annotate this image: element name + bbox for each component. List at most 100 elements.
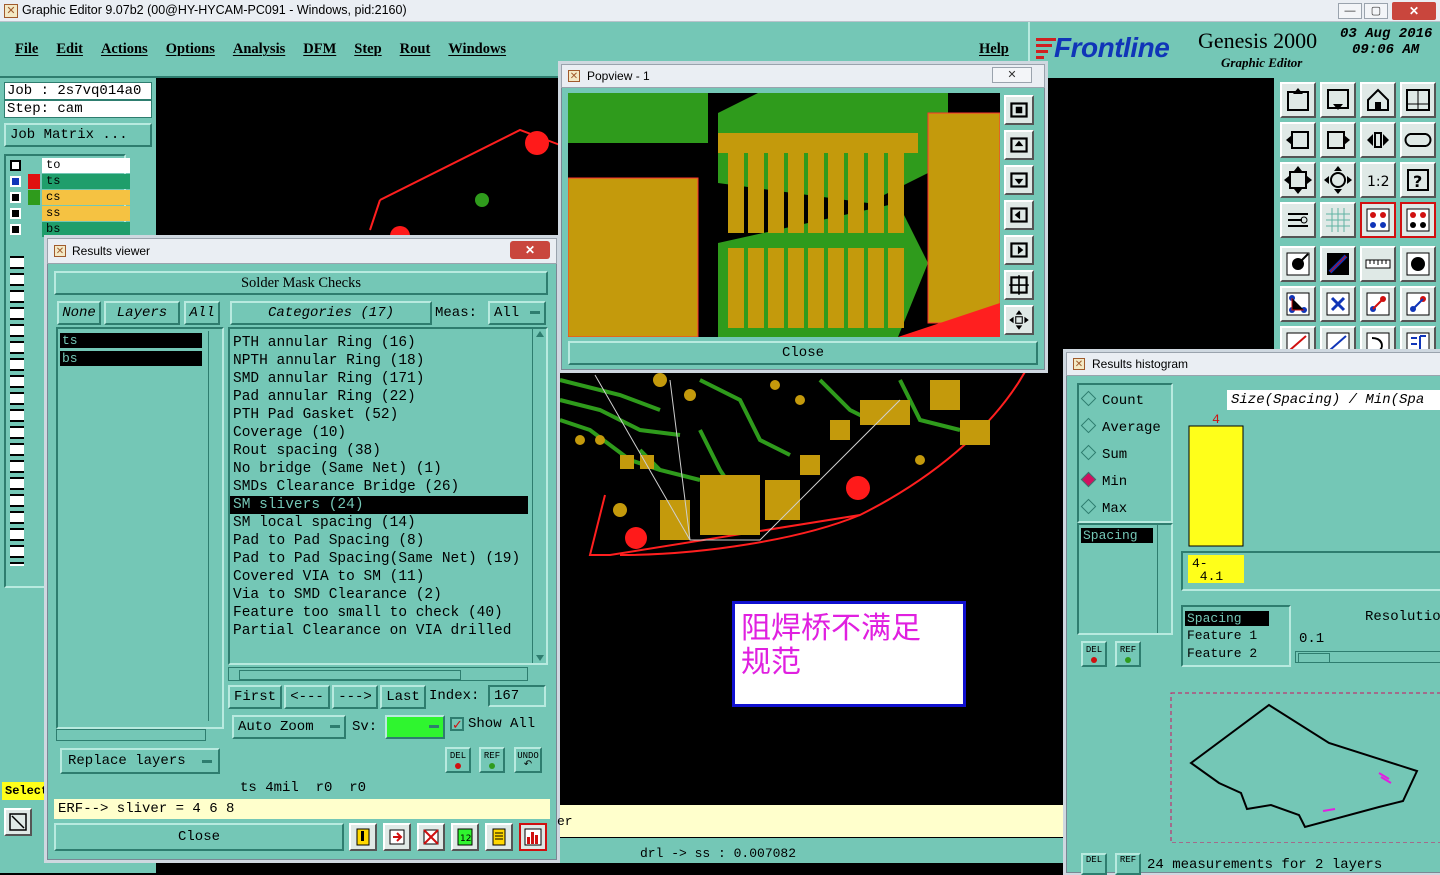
category-item[interactable]: Pad annular Ring (22) [230,388,528,406]
pad-tool-icon[interactable] [1280,246,1316,282]
resolution-slider[interactable] [1295,651,1440,663]
layers-list[interactable]: ts bs [56,327,224,729]
category-item[interactable]: Covered VIA to SM (11) [230,568,528,586]
prev-button[interactable]: <--- [284,685,330,709]
option-count[interactable]: Count [1080,390,1144,409]
close-window-button[interactable]: ✕ [1392,2,1436,20]
reroute-icon[interactable] [1400,286,1436,322]
job-matrix-button[interactable]: Job Matrix ... [4,123,152,147]
del-button[interactable]: DEL [445,747,471,773]
category-item[interactable]: Pad to Pad Spacing(Same Net) (19) [230,550,528,568]
window-view-icon[interactable] [1400,82,1436,118]
net-highlight-icon[interactable] [1400,202,1436,238]
last-button[interactable]: Last [380,685,426,709]
categories-vscroll[interactable] [532,329,546,663]
layers-hscroll[interactable] [56,729,206,741]
layer-row-cs[interactable]: cs [10,190,130,206]
histogram-del-button-2[interactable]: DEL [1081,853,1107,875]
maximize-button[interactable]: ▢ [1364,3,1388,19]
category-item-selected[interactable]: SM slivers (24) [230,496,528,514]
histogram-del-button[interactable]: DEL [1081,641,1107,667]
popview-fit-icon[interactable] [1004,270,1034,300]
layers-scrollbar[interactable] [208,331,220,721]
menu-step[interactable]: Step [354,41,381,57]
home-view-icon[interactable] [1360,82,1396,118]
category-item[interactable]: Partial Clearance on VIA drilled [230,622,528,640]
prop-feature-1[interactable]: Feature 1 [1187,628,1257,643]
draw-line-icon[interactable] [1280,326,1316,354]
auto-zoom-dropdown[interactable]: Auto Zoom [232,715,346,739]
export-icon[interactable] [383,823,411,851]
redraw-icon[interactable] [1400,122,1436,158]
histogram-icon[interactable] [519,823,547,851]
histogram-bar[interactable] [1188,425,1244,547]
category-item[interactable]: PTH annular Ring (16) [230,334,528,352]
category-item[interactable]: PTH Pad Gasket (52) [230,406,528,424]
report-icon[interactable] [485,823,513,851]
replace-layers-dropdown[interactable]: Replace layers [60,748,220,774]
cross-icon[interactable] [1320,286,1356,322]
category-item[interactable]: SM local spacing (14) [230,514,528,532]
option-average[interactable]: Average [1080,417,1161,436]
histogram-measure-list[interactable]: Spacing [1077,523,1173,635]
index-input[interactable]: 167 [488,685,546,707]
layer-row-ss[interactable]: ss [10,206,130,222]
minimize-button[interactable]: — [1338,3,1362,19]
undo-button[interactable]: UNDO ↶ [514,747,542,773]
menu-analysis[interactable]: Analysis [233,41,285,57]
categories-list[interactable]: PTH annular Ring (16) NPTH annular Ring … [228,327,548,665]
layer-row-bs[interactable]: bs [10,222,130,238]
category-item[interactable]: Feature too small to check (40) [230,604,528,622]
category-item[interactable]: NPTH annular Ring (18) [230,352,528,370]
next-button[interactable]: ---> [332,685,378,709]
categories-button[interactable]: Categories (17) [230,301,432,325]
show-all-checkbox[interactable]: ✓ [450,717,464,731]
zoom-center-icon[interactable] [1320,162,1356,198]
pan-right-icon[interactable] [1320,122,1356,158]
menu-windows[interactable]: Windows [448,41,506,57]
line-tool-icon[interactable] [1320,246,1356,282]
popview-canvas[interactable] [568,93,1000,337]
popview-zoom-in-icon[interactable] [1004,95,1034,125]
category-item[interactable]: Coverage (10) [230,424,528,442]
menu-actions[interactable]: Actions [101,41,148,57]
histogram-ref-button-2[interactable]: REF [1115,853,1141,875]
meas-dropdown[interactable]: All [488,301,546,325]
layer-row-ts[interactable]: ts [10,174,130,190]
mirror-icon[interactable] [1360,122,1396,158]
all-layers-button[interactable]: All [184,301,220,325]
clear-icon[interactable] [417,823,445,851]
sv-color-dropdown[interactable] [385,715,445,739]
draw-diagonal-icon[interactable] [1320,326,1356,354]
prop-feature-2[interactable]: Feature 2 [1187,646,1257,661]
numbering-icon[interactable]: 12 [451,823,479,851]
mark-icon[interactable] [349,823,377,851]
prop-spacing[interactable]: Spacing [1185,611,1269,626]
bottom-view-icon[interactable] [1320,82,1356,118]
histogram-ref-button[interactable]: REF [1115,641,1141,667]
menu-dfm[interactable]: DFM [303,41,336,57]
popview-pan-down-icon[interactable] [1004,165,1034,195]
zoom-fit-icon[interactable] [1280,162,1316,198]
net-snap-icon[interactable] [1360,202,1396,238]
menu-help[interactable]: Help [979,41,1009,58]
measure-tool-icon[interactable] [1280,202,1316,238]
menu-options[interactable]: Options [166,41,215,57]
layer-row-to[interactable]: to [10,158,130,174]
route-icon[interactable] [1360,286,1396,322]
histogram-bin-scroll[interactable]: 4- 4.1 [1181,551,1440,591]
popview-pan-right-icon[interactable] [1004,235,1034,265]
none-button[interactable]: None [57,301,101,325]
draw-shape-icon[interactable] [1400,326,1436,354]
option-max[interactable]: Max [1080,498,1127,517]
category-item[interactable]: Via to SMD Clearance (2) [230,586,528,604]
layer-item-bs[interactable]: bs [60,351,202,366]
help-query-icon[interactable]: ? [1400,162,1436,198]
popview-close-x[interactable]: ✕ [992,67,1032,83]
category-item[interactable]: SMDs Clearance Bridge (26) [230,478,528,496]
pan-left-icon[interactable] [1280,122,1316,158]
menu-file[interactable]: File [15,41,38,57]
top-view-icon[interactable] [1280,82,1316,118]
category-item[interactable]: Rout spacing (38) [230,442,528,460]
popview-pan-left-icon[interactable] [1004,200,1034,230]
